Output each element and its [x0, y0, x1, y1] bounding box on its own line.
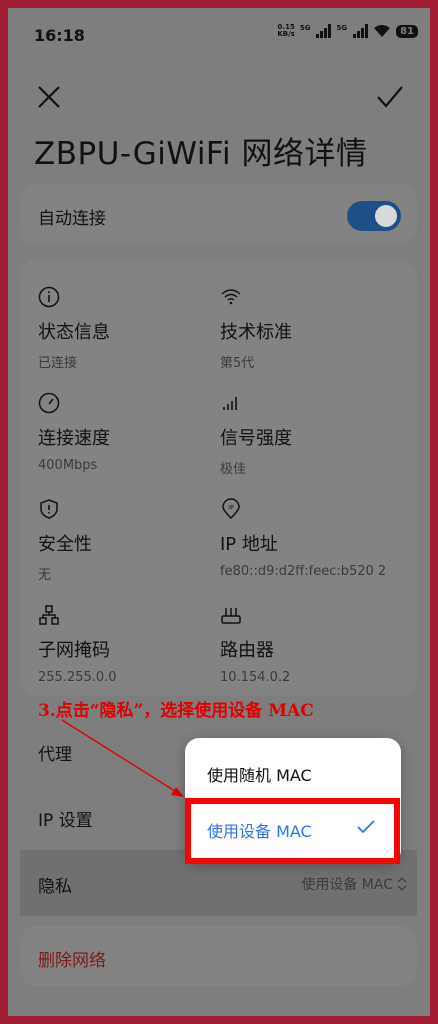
auto-connect-label: 自动连接	[38, 209, 106, 229]
info-label: 安全性	[38, 534, 92, 555]
info-value: 第5代	[220, 356, 255, 371]
info-value: fe80::d9:d2ff:feec:b520 2	[220, 564, 387, 579]
net-speed-unit: KB/s	[277, 30, 295, 38]
info-value: 极佳	[220, 462, 247, 477]
ip-location-icon: IP	[222, 498, 240, 520]
sim1-signal-icon	[316, 24, 332, 38]
network-topology-icon	[39, 605, 59, 625]
signal-bars-icon	[223, 397, 237, 410]
annotation-frame: 16:18 0.15 KB/s 5G 5G 81 ZBPU-GiWiFi 网络详…	[0, 0, 438, 1024]
sim1-network-type: 5G	[299, 24, 311, 32]
info-label: 路由器	[220, 640, 274, 661]
wifi-icon	[221, 289, 241, 305]
status-bar: 16:18 0.15 KB/s 5G 5G 81	[8, 8, 430, 58]
battery-icon: 81	[396, 24, 418, 38]
info-value: 255.255.0.0	[38, 670, 117, 685]
info-subnet: 子网掩码 255.255.0.0	[38, 604, 228, 685]
status-time: 16:18	[34, 26, 85, 45]
sim2-signal-icon	[353, 24, 369, 38]
info-status: 状态信息 已连接	[38, 286, 228, 371]
annotation-text: 3.点击“隐私”，选择使用设备 MAC	[38, 701, 314, 721]
shield-icon	[40, 499, 58, 519]
annotation-highlight-box	[185, 798, 400, 864]
delete-network-row[interactable]: 删除网络	[20, 926, 417, 986]
privacy-value: 使用设备 MAC	[301, 874, 407, 894]
info-label: 状态信息	[38, 322, 110, 343]
network-info-card: 状态信息 已连接 技术标准 第5代 连接速度 400Mbps 信号强度 极佳 安…	[20, 260, 417, 696]
ip-settings-label: IP 设置	[38, 811, 93, 831]
info-speed: 连接速度 400Mbps	[38, 392, 228, 473]
privacy-value-text: 使用设备 MAC	[301, 877, 393, 893]
toggle-knob	[375, 205, 397, 227]
top-bar	[8, 76, 430, 116]
info-router: 路由器 10.154.0.2	[220, 604, 410, 685]
router-icon	[221, 608, 241, 624]
info-value: 无	[38, 568, 52, 583]
info-label: 连接速度	[38, 428, 110, 449]
svg-text:IP: IP	[228, 505, 234, 512]
status-icons: 0.15 KB/s 5G 5G 81	[277, 24, 418, 38]
option-random-mac[interactable]: 使用随机 MAC	[207, 762, 312, 786]
speed-gauge-icon	[38, 392, 60, 414]
wifi-status-icon	[374, 25, 391, 37]
auto-connect-row[interactable]: 自动连接	[20, 184, 417, 244]
privacy-label: 隐私	[38, 877, 72, 897]
proxy-label: 代理	[38, 745, 72, 765]
sim2-network-type: 5G	[336, 24, 348, 32]
close-icon[interactable]	[36, 84, 62, 110]
info-signal: 信号强度 极佳	[220, 392, 410, 477]
delete-network-label: 删除网络	[38, 951, 106, 971]
page-title: ZBPU-GiWiFi 网络详情	[34, 136, 368, 172]
info-value: 400Mbps	[38, 458, 98, 473]
info-value: 已连接	[38, 356, 78, 371]
phone-screen: 16:18 0.15 KB/s 5G 5G 81 ZBPU-GiWiFi 网络详…	[8, 8, 430, 1016]
info-label: IP 地址	[220, 534, 278, 555]
info-icon	[38, 286, 60, 308]
chevron-updown-icon	[397, 877, 407, 891]
info-value: 10.154.0.2	[220, 670, 291, 685]
info-label: 信号强度	[220, 428, 292, 449]
net-speed: 0.15 KB/s	[277, 24, 294, 38]
auto-connect-toggle[interactable]	[347, 201, 401, 231]
info-ip: IP IP 地址 fe80::d9:d2ff:feec:b520 2	[220, 498, 410, 579]
info-standard: 技术标准 第5代	[220, 286, 410, 371]
info-label: 技术标准	[220, 322, 292, 343]
info-security: 安全性 无	[38, 498, 228, 583]
confirm-check-icon[interactable]	[376, 84, 404, 110]
info-label: 子网掩码	[38, 640, 110, 661]
